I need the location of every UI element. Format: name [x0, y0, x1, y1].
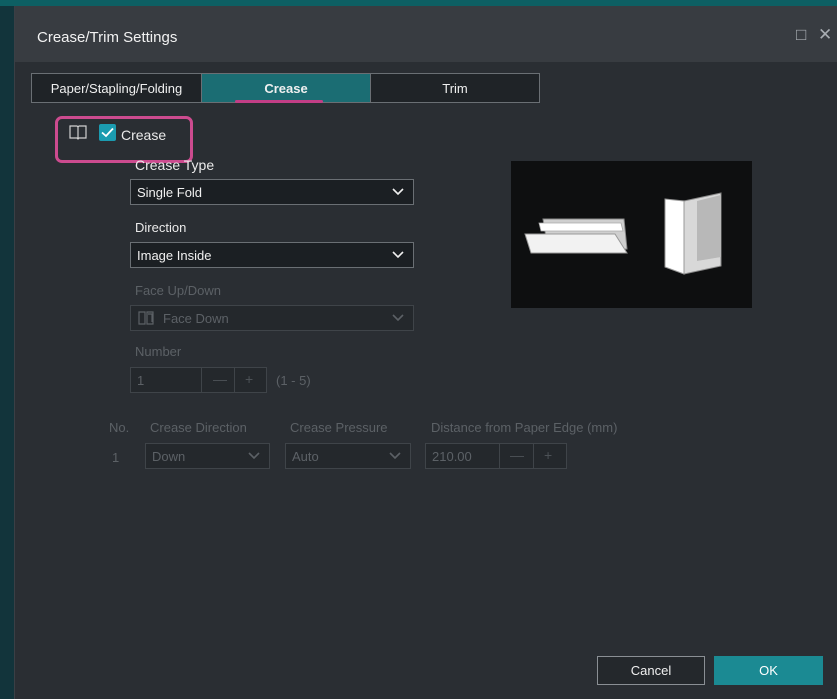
chevron-down-icon: [392, 251, 404, 259]
tab-trim[interactable]: Trim: [371, 74, 539, 102]
chevron-down-icon: [392, 314, 404, 322]
chevron-down-icon: [248, 452, 260, 460]
face-down-icon: [138, 311, 154, 325]
minus-icon: —: [510, 447, 524, 463]
ok-button[interactable]: OK: [714, 656, 823, 685]
plus-icon: +: [544, 447, 553, 463]
close-icon[interactable]: ✕: [818, 26, 832, 43]
crease-trim-dialog: Crease/Trim Settings □ ✕ Paper/Stapling/…: [14, 6, 837, 699]
tab-bar: Paper/Stapling/Folding Crease Trim: [31, 73, 540, 103]
face-up-down-label: Face Up/Down: [135, 283, 221, 298]
tab-crease[interactable]: Crease: [202, 74, 371, 103]
col-header-distance: Distance from Paper Edge (mm): [431, 420, 618, 435]
col-header-crease-direction: Crease Direction: [150, 420, 247, 435]
maximize-icon[interactable]: □: [796, 26, 806, 43]
background-app: [0, 0, 14, 699]
title-bar: Crease/Trim Settings □ ✕: [15, 6, 837, 62]
col-header-crease-pressure: Crease Pressure: [290, 420, 388, 435]
face-up-down-select: Face Down: [130, 305, 414, 331]
crease-pressure-select: Auto: [285, 443, 411, 469]
folded-paper-illustration: [524, 192, 722, 275]
plus-icon: +: [245, 371, 254, 387]
col-header-no: No.: [109, 420, 130, 435]
direction-select[interactable]: Image Inside: [130, 242, 414, 268]
book-icon: [69, 125, 87, 140]
number-range: (1 - 5): [276, 373, 311, 388]
dialog-title: Crease/Trim Settings: [37, 29, 178, 46]
tab-paper-stapling-folding[interactable]: Paper/Stapling/Folding: [32, 74, 202, 102]
checkmark-icon: [101, 127, 114, 138]
distance-stepper: 210.00 — +: [425, 443, 567, 469]
chevron-down-icon: [389, 452, 401, 460]
minus-icon: —: [213, 371, 227, 387]
direction-label: Direction: [135, 220, 187, 235]
crease-type-select[interactable]: Single Fold: [130, 179, 414, 205]
crease-checkbox[interactable]: [99, 124, 116, 141]
row-no: 1: [112, 450, 120, 465]
crease-preview: [511, 161, 752, 308]
number-stepper: 1 — +: [130, 367, 267, 393]
active-tab-indicator: [235, 100, 323, 103]
chevron-down-icon: [392, 188, 404, 196]
cancel-button[interactable]: Cancel: [597, 656, 705, 685]
number-label: Number: [135, 344, 182, 359]
crease-checkbox-label: Crease: [121, 127, 167, 143]
crease-direction-select: Down: [145, 443, 270, 469]
crease-type-label: Crease Type: [135, 157, 215, 173]
